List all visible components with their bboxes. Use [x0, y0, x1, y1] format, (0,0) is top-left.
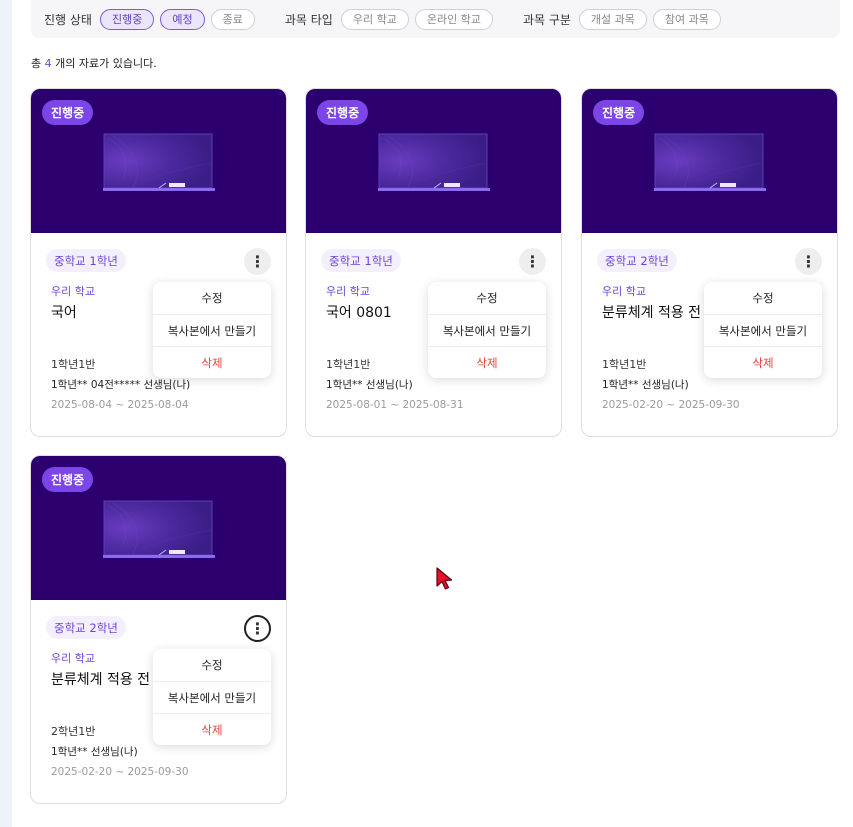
card-context-menu: 수정 복사본에서 만들기 삭제 — [704, 282, 822, 378]
course-period: 2025-02-20 ~ 2025-09-30 — [602, 399, 740, 411]
card-context-menu: 수정 복사본에서 만들기 삭제 — [153, 649, 271, 745]
course-title[interactable]: 분류체계 적용 전 임 — [602, 302, 718, 322]
menu-item-delete[interactable]: 삭제 — [428, 346, 546, 378]
teacher-name: 1학년** 선생님(나) — [326, 379, 413, 391]
chalkboard-icon — [654, 133, 766, 191]
course-card-thumbnail: 진행중 — [31, 89, 286, 233]
result-count-number: 4 — [44, 57, 52, 70]
card-context-menu: 수정 복사본에서 만들기 삭제 — [153, 282, 271, 378]
grade-tag: 중학교 1학년 — [46, 249, 126, 272]
course-period: 2025-08-01 ~ 2025-08-31 — [326, 399, 464, 411]
category-filter-group: 과목 구분 개설 과목 참여 과목 — [522, 8, 727, 30]
menu-item-edit[interactable]: 수정 — [704, 282, 822, 314]
category-filter-label: 과목 구분 — [522, 12, 571, 27]
chalkboard-icon — [103, 500, 215, 558]
class-name: 1학년1반 — [326, 358, 371, 371]
school-type: 우리 학교 — [326, 285, 370, 298]
category-chip-joined[interactable]: 참여 과목 — [652, 8, 721, 30]
menu-item-edit[interactable]: 수정 — [428, 282, 546, 314]
type-filter-group: 과목 타입 우리 학교 온라인 학교 — [284, 8, 499, 30]
course-card[interactable]: 진행중 중학교 2학년 ⋮ 우리 학교 분류체 — [581, 88, 838, 437]
menu-item-copy[interactable]: 복사본에서 만들기 — [428, 314, 546, 346]
left-sidebar-strip — [0, 0, 12, 827]
course-period: 2025-02-20 ~ 2025-09-30 — [51, 766, 189, 778]
status-badge: 진행중 — [42, 467, 94, 492]
status-filter-group: 진행 상태 진행중 예정 종료 — [44, 8, 261, 30]
menu-item-delete[interactable]: 삭제 — [704, 346, 822, 378]
class-name: 2학년1반 — [51, 725, 96, 738]
teacher-name: 1학년** 04전***** 선생님(나) — [51, 379, 191, 391]
result-count-prefix: 총 — [31, 57, 42, 70]
menu-item-delete[interactable]: 삭제 — [153, 346, 271, 378]
card-context-menu: 수정 복사본에서 만들기 삭제 — [428, 282, 546, 378]
course-period: 2025-08-04 ~ 2025-08-04 — [51, 399, 189, 411]
menu-item-edit[interactable]: 수정 — [153, 282, 271, 314]
menu-item-copy[interactable]: 복사본에서 만들기 — [153, 314, 271, 346]
grade-tag: 중학교 2학년 — [46, 616, 126, 639]
teacher-name: 1학년** 선생님(나) — [51, 746, 138, 758]
status-chip-ended[interactable]: 종료 — [210, 8, 255, 30]
menu-item-copy[interactable]: 복사본에서 만들기 — [704, 314, 822, 346]
class-name: 1학년1반 — [602, 358, 647, 371]
more-vertical-icon[interactable]: ⋮ — [795, 248, 822, 275]
type-chip-online-school[interactable]: 온라인 학교 — [414, 8, 493, 30]
more-vertical-icon[interactable]: ⋮ — [244, 248, 271, 275]
course-card-thumbnail: 진행중 — [582, 89, 837, 233]
status-chip-in-progress[interactable]: 진행중 — [99, 8, 155, 30]
course-card-thumbnail: 진행중 — [306, 89, 561, 233]
menu-item-edit[interactable]: 수정 — [153, 649, 271, 681]
course-title[interactable]: 국어 0801 — [326, 302, 392, 322]
pointer-cursor-icon — [436, 567, 454, 595]
school-type: 우리 학교 — [602, 285, 646, 298]
course-card[interactable]: 진행중 중학교 1학년 ⋮ 우리 학교 국어 — [305, 88, 562, 437]
filter-bar: 진행 상태 진행중 예정 종료 과목 타입 우리 학교 온라인 학교 과목 구분… — [31, 0, 840, 38]
menu-item-delete[interactable]: 삭제 — [153, 713, 271, 745]
result-count: 총 4 개의 자료가 있습니다. — [31, 55, 157, 71]
type-chip-our-school[interactable]: 우리 학교 — [340, 8, 409, 30]
more-vertical-icon[interactable]: ⋮ — [244, 615, 271, 642]
status-badge: 진행중 — [317, 100, 369, 125]
menu-item-copy[interactable]: 복사본에서 만들기 — [153, 681, 271, 713]
status-badge: 진행중 — [593, 100, 645, 125]
teacher-name: 1학년** 선생님(나) — [602, 379, 689, 391]
more-vertical-icon[interactable]: ⋮ — [519, 248, 546, 275]
chalkboard-icon — [103, 133, 215, 191]
chalkboard-icon — [378, 133, 490, 191]
grade-tag: 중학교 2학년 — [597, 249, 677, 272]
course-card[interactable]: 진행중 중학교 1학년 ⋮ 우리 학교 국어 — [30, 88, 287, 437]
course-card[interactable]: 진행중 중학교 2학년 ⋮ 우리 학교 분류체 — [30, 455, 287, 804]
status-badge: 진행중 — [42, 100, 94, 125]
class-name: 1학년1반 — [51, 358, 96, 371]
school-type: 우리 학교 — [51, 652, 95, 665]
grade-tag: 중학교 1학년 — [321, 249, 401, 272]
status-filter-label: 진행 상태 — [44, 12, 92, 27]
course-title[interactable]: 국어 — [51, 302, 77, 322]
type-filter-label: 과목 타입 — [284, 12, 333, 27]
category-chip-opened[interactable]: 개설 과목 — [578, 8, 647, 30]
course-card-thumbnail: 진행중 — [31, 456, 286, 600]
course-title[interactable]: 분류체계 적용 전 임 — [51, 669, 167, 689]
result-count-suffix: 개의 자료가 있습니다. — [55, 57, 157, 70]
school-type: 우리 학교 — [51, 285, 95, 298]
status-chip-scheduled[interactable]: 예정 — [160, 8, 205, 30]
